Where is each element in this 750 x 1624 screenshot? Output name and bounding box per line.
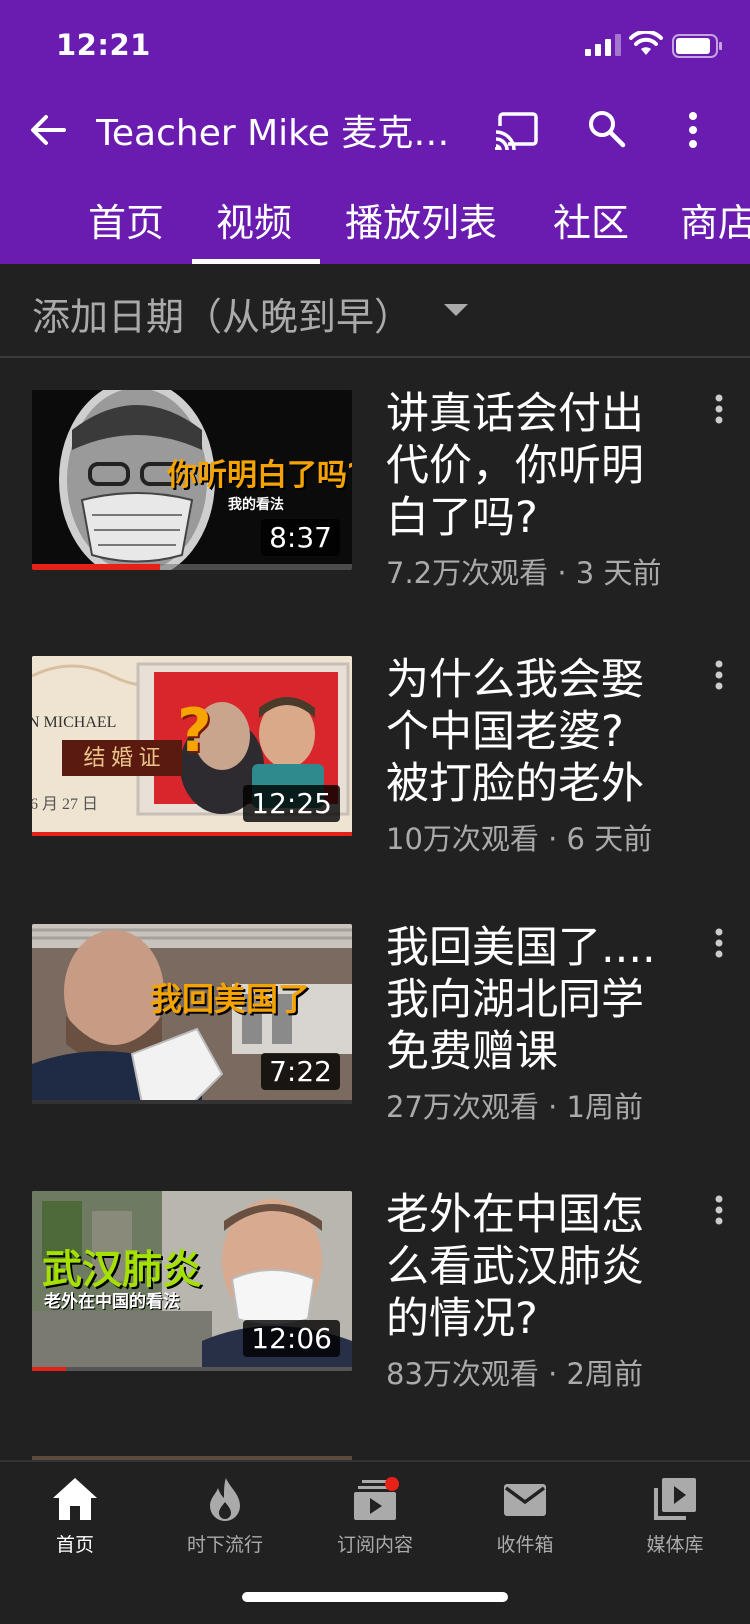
thumbnail-date-text: 6 月 27 日 <box>32 796 99 813</box>
thumbnail-caption: 你听明白了吗? <box>167 458 352 493</box>
cellular-signal-icon <box>585 34 621 56</box>
tab-playlists[interactable]: 播放列表 <box>345 192 497 264</box>
video-item[interactable]: 我回美国了 7:22 我回美国了....我向湖北同学免费赠课 27万次观看 · … <box>0 922 750 1164</box>
video-title[interactable]: 为什么我会娶个中国老婆? 被打脸的老外 <box>386 654 664 810</box>
video-thumbnail[interactable]: 你听明白了吗? 我的看法 8:37 <box>32 390 352 570</box>
tab-videos[interactable]: 视频 <box>216 192 292 264</box>
thumbnail-subcaption: 我的看法 <box>228 497 284 513</box>
video-thumbnail[interactable]: 武汉肺炎 老外在中国的看法 12:06 <box>32 1191 352 1371</box>
video-thumbnail[interactable]: ? N MICHAEL 结 婚 证 6 月 27 日 12:25 <box>32 656 352 836</box>
sort-dropdown[interactable]: 添加日期（从晚到早） <box>0 264 750 358</box>
back-arrow-icon[interactable] <box>28 110 68 150</box>
video-meta: 83万次观看 · 2周前 <box>386 1357 644 1391</box>
more-options-icon[interactable] <box>678 110 708 150</box>
nav-label: 首页 <box>55 1534 94 1556</box>
thumbnail-subcaption: 老外在中国的看法 <box>44 1292 180 1312</box>
inbox-icon <box>504 1484 546 1516</box>
cast-icon[interactable] <box>494 110 540 150</box>
thumbnail-caption: 结 婚 证 <box>62 740 182 776</box>
video-duration: 12:25 <box>243 785 340 822</box>
dropdown-caret-icon <box>444 304 468 316</box>
wifi-icon <box>629 31 663 55</box>
video-more-icon[interactable] <box>706 926 732 966</box>
channel-title: Teacher Mike 麦克老师 <box>96 113 456 154</box>
thumbnail-name-text: N MICHAEL <box>32 714 117 731</box>
sort-label: 添加日期（从晚到早） <box>32 295 413 339</box>
thumbnail-caption: 我回美国了 <box>150 980 311 1018</box>
nav-label: 收件箱 <box>496 1534 554 1556</box>
video-title[interactable]: 老外在中国怎么看武汉肺炎的情况? <box>386 1189 664 1345</box>
video-duration: 12:06 <box>243 1320 340 1357</box>
video-item[interactable]: ? N MICHAEL 结 婚 证 6 月 27 日 12:25 为什么我会娶个… <box>0 654 750 896</box>
status-bar: 12:21 <box>0 0 750 92</box>
nav-trending[interactable]: 时下流行 <box>150 1476 300 1557</box>
search-icon[interactable] <box>586 108 626 148</box>
video-more-icon[interactable] <box>706 658 732 698</box>
channel-header: 12:21 Teacher Mike 麦克老师 首页 视频 播放列表 社区 商店 <box>0 0 750 264</box>
nav-label: 时下流行 <box>186 1534 263 1556</box>
subscriptions-icon <box>354 1477 399 1520</box>
tab-community[interactable]: 社区 <box>553 192 629 264</box>
home-indicator[interactable] <box>242 1592 508 1602</box>
video-title[interactable]: 我回美国了....我向湖北同学免费赠课 <box>386 922 664 1078</box>
video-more-icon[interactable] <box>706 1193 732 1233</box>
nav-home[interactable]: 首页 <box>0 1476 150 1557</box>
video-item[interactable]: 武汉肺炎 老外在中国的看法 12:06 老外在中国怎么看武汉肺炎的情况? 83万… <box>0 1189 750 1431</box>
nav-library[interactable]: 媒体库 <box>600 1476 750 1557</box>
library-icon <box>654 1478 696 1520</box>
app-bar: Teacher Mike 麦克老师 <box>0 92 750 172</box>
trending-icon <box>210 1478 240 1521</box>
nav-inbox[interactable]: 收件箱 <box>450 1476 600 1557</box>
battery-icon <box>672 34 722 58</box>
video-thumbnail[interactable]: 我回美国了 7:22 <box>32 924 352 1104</box>
tab-store[interactable]: 商店 <box>680 192 750 264</box>
video-meta: 10万次观看 · 6 天前 <box>386 822 653 856</box>
watch-progress-bar <box>32 564 160 570</box>
video-title[interactable]: 讲真话会付出代价，你听明白了吗? <box>386 388 664 544</box>
video-meta: 27万次观看 · 1周前 <box>386 1090 644 1124</box>
home-icon <box>53 1478 97 1520</box>
video-more-icon[interactable] <box>706 392 732 432</box>
channel-tabs: 首页 视频 播放列表 社区 商店 <box>0 180 750 264</box>
question-mark-icon: ? <box>177 696 212 766</box>
status-time: 12:21 <box>56 28 151 62</box>
nav-label: 媒体库 <box>646 1534 704 1556</box>
video-item[interactable]: 你听明白了吗? 我的看法 8:37 讲真话会付出代价，你听明白了吗? 7.2万次… <box>0 388 750 630</box>
video-duration: 7:22 <box>261 1053 340 1090</box>
video-meta: 7.2万次观看 · 3 天前 <box>386 556 662 590</box>
nav-subscriptions[interactable]: 订阅内容 <box>300 1476 450 1557</box>
video-duration: 8:37 <box>261 519 340 556</box>
nav-label: 订阅内容 <box>336 1534 413 1556</box>
tab-home[interactable]: 首页 <box>88 192 164 264</box>
